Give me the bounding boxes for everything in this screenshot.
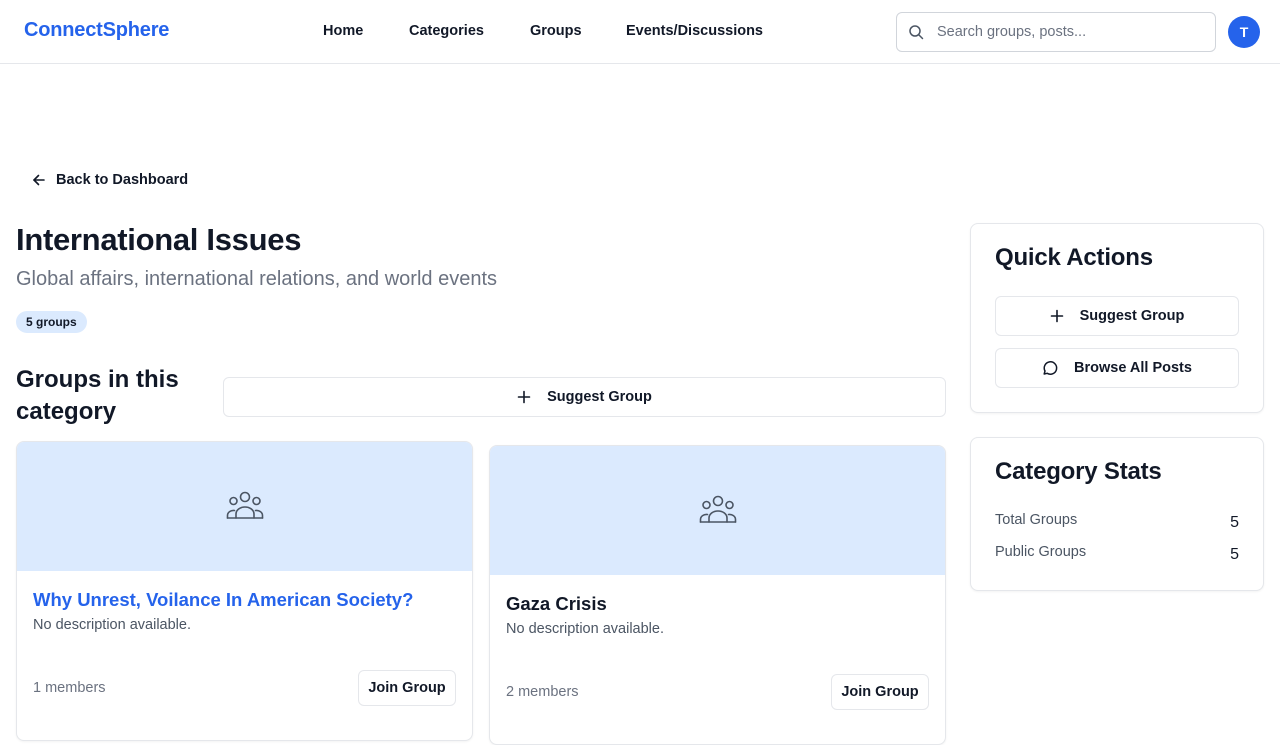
- plus-icon: [1050, 309, 1063, 323]
- group-cover: [17, 442, 472, 571]
- search-icon: [909, 25, 924, 40]
- arrow-left-icon: [33, 174, 45, 186]
- group-card: Gaza Crisis No description available. 2 …: [489, 445, 946, 745]
- category-stats-title: Category Stats: [995, 458, 1162, 485]
- nav-events-discussions[interactable]: Events/Discussions: [626, 23, 763, 39]
- top-navbar: ConnectSphere Home Categories Groups Eve…: [0, 0, 1280, 64]
- users-group-icon: [226, 491, 264, 519]
- users-group-icon: [699, 495, 737, 523]
- group-count-badge: 5 groups: [16, 311, 87, 333]
- quick-actions-panel: Quick Actions Suggest Group Browse All P…: [970, 223, 1264, 413]
- plus-icon: [517, 390, 531, 404]
- page-title: International Issues: [16, 222, 302, 257]
- group-description: No description available.: [506, 621, 664, 637]
- back-link-label: Back to Dashboard: [56, 172, 189, 188]
- nav-groups[interactable]: Groups: [530, 23, 582, 39]
- group-cover: [490, 446, 945, 575]
- sidebar-suggest-group-button[interactable]: Suggest Group: [995, 296, 1239, 336]
- suggest-group-label: Suggest Group: [547, 389, 652, 405]
- group-title-link[interactable]: Gaza Crisis: [506, 593, 607, 615]
- groups-section-title: Groups in this category: [16, 366, 179, 425]
- search-box: [896, 12, 1216, 52]
- category-stats-panel: Category Stats Total Groups 5 Public Gro…: [970, 437, 1264, 591]
- suggest-group-button[interactable]: Suggest Group: [223, 377, 946, 417]
- nav-categories[interactable]: Categories: [409, 23, 484, 39]
- join-group-button[interactable]: Join Group: [831, 674, 929, 710]
- brand-logo[interactable]: ConnectSphere: [24, 19, 169, 42]
- sidebar-suggest-group-label: Suggest Group: [1079, 308, 1185, 324]
- browse-all-posts-button[interactable]: Browse All Posts: [995, 348, 1239, 388]
- user-avatar[interactable]: T: [1228, 16, 1260, 48]
- join-group-button[interactable]: Join Group: [358, 670, 456, 706]
- group-description: No description available.: [33, 617, 191, 633]
- total-groups-label: Total Groups: [995, 512, 1078, 528]
- group-card: Why Unrest, Voilance In American Society…: [16, 441, 473, 741]
- search-input[interactable]: [937, 13, 1207, 51]
- message-circle-icon: [1043, 361, 1058, 375]
- quick-actions-title: Quick Actions: [995, 244, 1153, 271]
- group-title-link[interactable]: Why Unrest, Voilance In American Society…: [33, 589, 413, 611]
- nav-home[interactable]: Home: [323, 23, 363, 39]
- page-subtitle: Global affairs, international relations,…: [16, 268, 498, 290]
- group-member-count: 1 members: [33, 680, 106, 696]
- total-groups-value: 5: [1230, 514, 1239, 531]
- back-to-dashboard-link[interactable]: Back to Dashboard: [32, 170, 188, 190]
- public-groups-label: Public Groups: [995, 544, 1087, 560]
- group-member-count: 2 members: [506, 684, 579, 700]
- public-groups-value: 5: [1230, 546, 1239, 563]
- browse-all-posts-label: Browse All Posts: [1074, 360, 1192, 376]
